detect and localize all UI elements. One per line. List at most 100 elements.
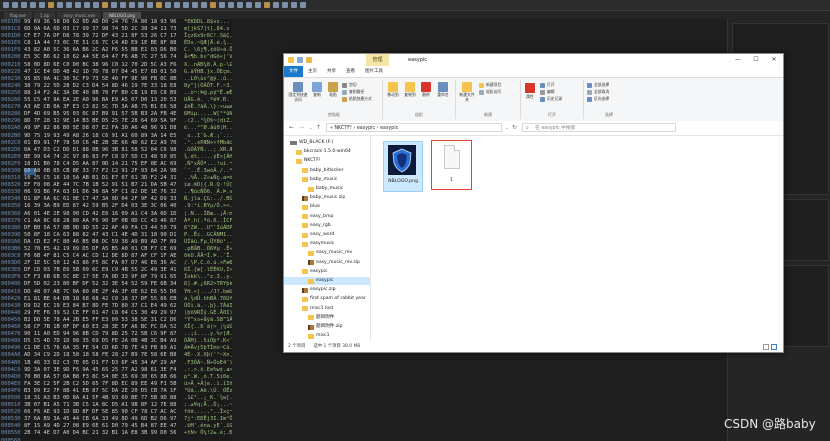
tree-item[interactable]: blue [284,203,370,211]
tree-item[interactable]: baby_music.zip [284,194,370,202]
tree-item[interactable]: misc1 [284,332,370,340]
file-list[interactable]: NBLOGO.png 1 [371,136,783,341]
paste-button[interactable]: 粘贴 [326,82,340,98]
move-to-button[interactable]: 移动到 [385,82,401,98]
toolbar-icon[interactable] [48,2,54,8]
tree-item[interactable]: easy_rgb [284,222,370,230]
tree-item[interactable]: easy_music_rev [284,249,370,257]
tab-share[interactable]: 共享 [322,66,341,77]
tree-item[interactable]: WD_BLACK (F:) [284,139,370,147]
large-icons-view-icon[interactable] [771,344,777,350]
maximize-button[interactable]: ☐ [747,54,765,66]
toolbar-icon[interactable] [147,2,153,8]
new-folder-button[interactable]: 新建文件夹 [458,82,476,102]
details-view-icon[interactable] [763,344,769,350]
close-button[interactable]: ✕ [765,54,783,66]
toolbar-icon[interactable] [273,2,279,8]
easy-access-button[interactable]: 轻松访问 [479,89,501,95]
toolbar-icon[interactable] [291,2,297,8]
copy-path-button[interactable]: 复制路径 [342,89,364,95]
toolbar-icon[interactable] [75,2,81,8]
toolbar-icon[interactable] [165,2,171,8]
up-arrow-icon[interactable]: ↑ [316,122,321,134]
tree-item[interactable]: bkcrack-1.5.0-win64 [284,148,370,156]
toolbar-icon[interactable] [21,2,27,8]
tree-item[interactable]: first spam of rabbit year [284,295,370,303]
manage-tab[interactable]: 管理 [366,54,389,66]
tree-item[interactable]: baby_music [284,176,370,184]
toolbar-icon[interactable] [264,2,270,8]
tab-file[interactable]: 文件 [284,66,303,77]
toolbar-icon[interactable] [282,2,288,8]
toolbar-icon[interactable] [30,2,36,8]
toolbar-icon[interactable] [228,2,234,8]
history-button[interactable]: 历史记录 [540,96,562,102]
tab-view[interactable]: 查看 [341,66,360,77]
toolbar-icon[interactable] [120,2,126,8]
tree-item[interactable]: easy_music_rev.zip [284,259,370,267]
tab-picture-tools[interactable]: 图片工具 [360,66,388,77]
file-item-1[interactable]: 1 [431,140,472,190]
toolbar-icon[interactable] [93,2,99,8]
refresh-icon[interactable]: ↻ [512,122,517,134]
tree-item[interactable]: easy_bmp [284,213,370,221]
paste-shortcut-button[interactable]: 粘贴快捷方式 [342,96,372,102]
toolbar-icon[interactable] [255,2,261,8]
search-input[interactable]: ⌕ 在 easypic 中搜索 [522,123,676,132]
delete-button[interactable]: 删除 [419,82,433,98]
tab-home[interactable]: 主页 [303,66,322,77]
tree-item[interactable]: easypic.zip [284,286,370,294]
toolbar-icon[interactable] [174,2,180,8]
quick-access-new-folder-icon[interactable] [306,57,312,63]
tree-item[interactable]: easypic [284,268,370,276]
file-item-nblogo[interactable]: NBLOGO.png [383,141,423,192]
toolbar-icon[interactable] [12,2,18,8]
toolbar-icon[interactable] [39,2,45,8]
properties-button[interactable]: 属性 [523,82,537,100]
toolbar-icon[interactable] [57,2,63,8]
tree-item[interactable]: baby_music [284,185,370,193]
toolbar-icon[interactable] [210,2,216,8]
tree-item[interactable]: easy_word [284,231,370,239]
toolbar-icon[interactable] [201,2,207,8]
invert-selection-button[interactable]: 反向选择 [587,96,609,102]
pin-button[interactable]: 固定到快速访问 [288,82,308,102]
back-arrow-icon[interactable]: ← [289,122,294,134]
open-button[interactable]: 打开 [540,82,555,88]
tree-item[interactable]: baby_bitlocker [284,167,370,175]
toolbar-icon[interactable] [192,2,198,8]
cut-button[interactable]: 剪切 [342,82,357,88]
navigation-pane[interactable]: WD_BLACK (F:) bkcrack-1.5.0-win64 NKCTF! ba… [284,136,371,341]
select-none-button[interactable]: 全部取消 [587,89,609,95]
minimize-button[interactable]: — [729,54,747,66]
copy-button[interactable]: 复制 [310,82,324,98]
toolbar-icon[interactable] [102,2,108,8]
copy-to-button[interactable]: 复制到 [402,82,418,98]
tree-item[interactable]: easypic [284,277,370,285]
address-dropdown-icon[interactable]: ⌄ [505,122,508,134]
edit-button[interactable]: 编辑 [540,89,555,95]
toolbar-icon[interactable] [111,2,117,8]
tree-item[interactable]: 题目附件.zip [284,323,370,331]
recent-dropdown-icon[interactable]: ⌄ [309,122,312,134]
tree-item[interactable]: 题目附件 [284,314,370,322]
tree-item[interactable]: easymusic [284,240,370,248]
toolbar-icon[interactable] [219,2,225,8]
toolbar-icon[interactable] [138,2,144,8]
toolbar-icon[interactable] [300,2,306,8]
toolbar-icon[interactable] [84,2,90,8]
toolbar-icon[interactable] [237,2,243,8]
hex-byte-column[interactable]: 99 69 36 58 D0 62 0D AD D0 24 76 7A 80 1… [24,19,177,438]
toolbar-icon[interactable] [66,2,72,8]
rename-button[interactable]: 重命名 [435,82,451,98]
hex-editor-view[interactable]: 0001B0 0001C0 0001D0 0001E0 0001F0 000200 0002… [0,19,232,441]
toolbar-icon[interactable] [246,2,252,8]
hex-tab[interactable]: 1.zip [33,11,56,19]
toolbar-icon[interactable] [183,2,189,8]
quick-access-properties-icon[interactable] [297,57,303,63]
toolbar-icon[interactable] [129,2,135,8]
toolbar-icon[interactable] [156,2,162,8]
forward-arrow-icon[interactable]: → [299,122,304,134]
tree-item[interactable]: misc1 lost [284,305,370,313]
new-item-button[interactable]: 新建项目 [479,82,501,88]
